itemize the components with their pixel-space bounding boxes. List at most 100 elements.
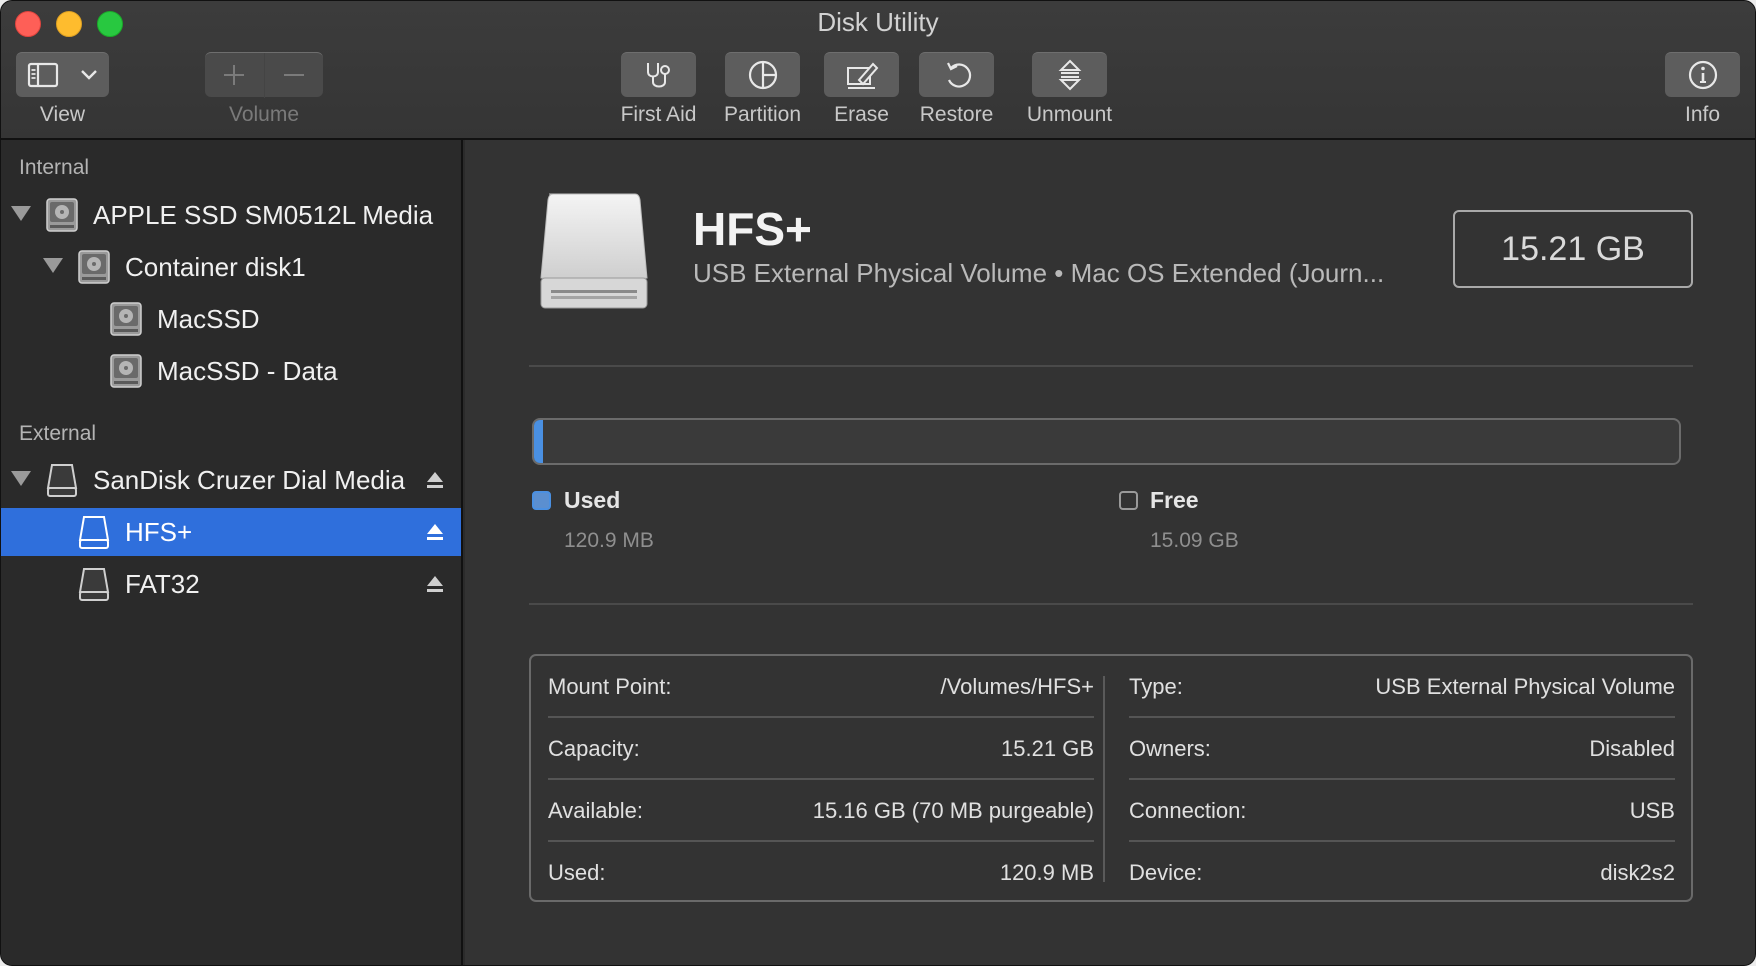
erase-pencil-icon — [846, 62, 878, 89]
restore-button[interactable] — [919, 52, 994, 97]
volume-info-table: Mount Point: /Volumes/HFS+ Capacity: 15.… — [529, 654, 1693, 902]
sidebar-item-label: MacSSD - Data — [157, 356, 338, 386]
info-value: /Volumes/HFS+ — [940, 674, 1094, 699]
erase-button[interactable] — [824, 52, 899, 97]
toolbar: Disk Utility View Volume First Aid Parti… — [1, 1, 1755, 140]
external-disk-icon — [78, 516, 110, 549]
plus-icon — [224, 65, 244, 85]
view-button[interactable] — [16, 52, 109, 97]
info-key: Used: — [548, 860, 606, 885]
info-column-divider — [1103, 676, 1105, 882]
info-row-capacity: Capacity: 15.21 GB — [548, 718, 1094, 780]
remove-volume-button[interactable] — [265, 63, 323, 87]
sidebar-item-macssd-data[interactable]: MacSSD - Data — [1, 347, 461, 395]
add-volume-button[interactable] — [205, 63, 263, 87]
sidebar: Internal APPLE SSD SM0512L Media Contain… — [1, 140, 463, 965]
restore-label: Restore — [919, 103, 994, 126]
disclosure-triangle-icon[interactable] — [11, 206, 31, 221]
usage-bar-used-fill — [534, 420, 544, 463]
first-aid-button[interactable] — [621, 52, 696, 97]
external-disk-icon — [78, 568, 110, 601]
external-disk-icon — [46, 464, 78, 497]
eject-icon[interactable] — [425, 470, 445, 490]
unmount-button[interactable] — [1032, 52, 1107, 97]
internal-disk-icon — [110, 302, 142, 336]
external-drive-icon — [540, 193, 648, 309]
info-row-owners: Owners: Disabled — [1129, 718, 1675, 780]
info-key: Mount Point: — [548, 674, 672, 699]
info-row-used: Used: 120.9 MB — [548, 842, 1094, 904]
volume-detail-pane: HFS+ USB External Physical Volume • Mac … — [465, 140, 1755, 965]
sidebar-item-fat32[interactable]: FAT32 — [1, 560, 461, 608]
info-key: Capacity: — [548, 736, 640, 761]
used-legend-value: 120.9 MB — [564, 529, 654, 552]
stethoscope-icon — [646, 63, 670, 88]
divider — [529, 603, 1693, 605]
used-legend-label: Used — [564, 487, 621, 513]
free-legend-label: Free — [1150, 487, 1199, 513]
info-key: Connection: — [1129, 798, 1247, 823]
info-value: 15.21 GB — [1001, 736, 1094, 761]
info-button[interactable] — [1665, 52, 1740, 97]
disclosure-triangle-icon[interactable] — [43, 258, 63, 273]
volume-subtitle: USB External Physical Volume • Mac OS Ex… — [693, 258, 1385, 288]
erase-label: Erase — [834, 103, 889, 126]
info-column-right: Type: USB External Physical Volume Owner… — [1129, 656, 1675, 904]
sidebar-item-label: APPLE SSD SM0512L Media — [93, 200, 434, 230]
free-legend-swatch — [1119, 491, 1138, 510]
info-icon — [1688, 60, 1717, 90]
info-key: Device: — [1129, 860, 1203, 885]
free-legend-value: 15.09 GB — [1150, 529, 1239, 552]
info-row-mount-point: Mount Point: /Volumes/HFS+ — [548, 656, 1094, 718]
sidebar-item-hfs-plus[interactable]: HFS+ — [1, 508, 461, 556]
disclosure-triangle-icon[interactable] — [11, 471, 31, 486]
partition-label: Partition — [723, 103, 802, 126]
info-row-connection: Connection: USB — [1129, 780, 1675, 842]
disk-utility-window: Disk Utility View Volume First Aid Parti… — [0, 0, 1756, 966]
first-aid-label: First Aid — [620, 103, 697, 126]
info-key: Type: — [1129, 674, 1183, 699]
info-row-device: Device: disk2s2 — [1129, 842, 1675, 904]
sidebar-item-sandisk[interactable]: SanDisk Cruzer Dial Media — [1, 456, 461, 504]
partition-button[interactable] — [725, 52, 800, 97]
sidebar-section-external: External — [19, 422, 97, 445]
info-column-left: Mount Point: /Volumes/HFS+ Capacity: 15.… — [548, 656, 1094, 904]
internal-disk-icon — [110, 354, 142, 388]
info-value: 15.16 GB (70 MB purgeable) — [812, 798, 1094, 823]
sidebar-item-container-disk1[interactable]: Container disk1 — [1, 243, 461, 291]
info-key: Available: — [548, 798, 643, 823]
unmount-icon — [1058, 59, 1081, 91]
sidebar-item-label: MacSSD — [157, 304, 260, 334]
sidebar-item-label: Container disk1 — [125, 252, 306, 282]
internal-disk-icon — [46, 198, 78, 232]
used-legend-swatch — [532, 491, 551, 510]
info-key: Owners: — [1129, 736, 1211, 761]
view-label: View — [39, 103, 86, 126]
volume-name: HFS+ — [693, 203, 812, 255]
usage-bar — [532, 418, 1681, 465]
minus-icon — [284, 74, 304, 76]
volume-segmented-control — [205, 52, 323, 98]
info-value: USB — [1629, 798, 1675, 823]
sidebar-icon — [27, 62, 58, 88]
sidebar-item-label: SanDisk Cruzer Dial Media — [93, 465, 406, 495]
divider — [529, 365, 1693, 367]
sidebar-item-label: FAT32 — [125, 569, 200, 599]
eject-icon[interactable] — [425, 574, 445, 594]
sidebar-item-macssd[interactable]: MacSSD — [1, 295, 461, 343]
sidebar-section-internal: Internal — [19, 156, 90, 179]
restore-arrow-icon — [946, 62, 971, 88]
internal-disk-icon — [78, 250, 110, 284]
volume-label: Volume — [228, 103, 300, 126]
sidebar-item-label: HFS+ — [125, 517, 193, 547]
pie-chart-icon — [748, 60, 777, 90]
info-value: USB External Physical Volume — [1375, 674, 1675, 699]
info-value: disk2s2 — [1600, 860, 1675, 885]
eject-icon[interactable] — [425, 522, 445, 542]
window-title: Disk Utility — [817, 7, 939, 37]
info-value: Disabled — [1589, 736, 1675, 761]
volume-size-badge: 15.21 GB — [1453, 210, 1693, 288]
sidebar-item-apple-ssd[interactable]: APPLE SSD SM0512L Media — [1, 191, 461, 239]
info-row-available: Available: 15.16 GB (70 MB purgeable) — [548, 780, 1094, 842]
info-row-type: Type: USB External Physical Volume — [1129, 656, 1675, 718]
